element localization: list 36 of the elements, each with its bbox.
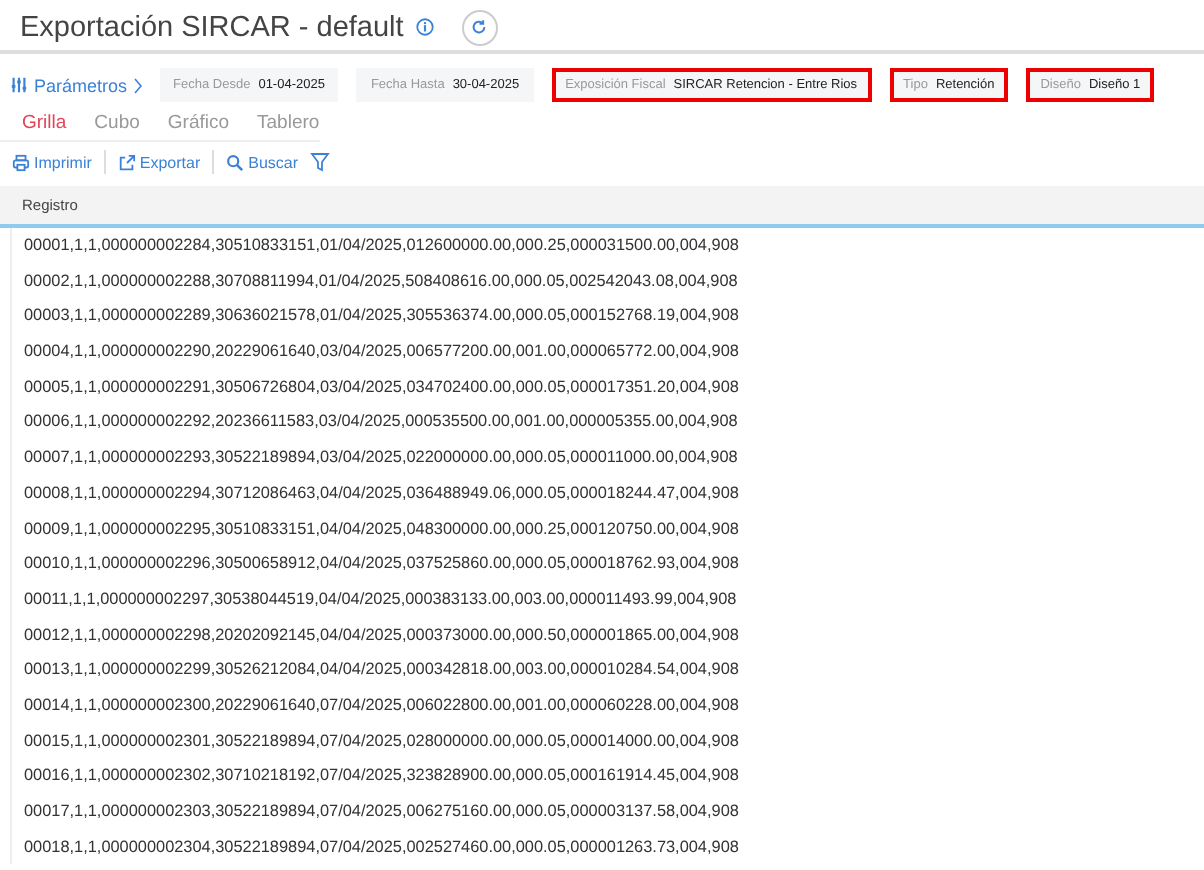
table-cell-text: 00017,1,1,000000002303,30522189894,07/04/2025,006275160.00,000.05,000003137.58,004,908 bbox=[22, 800, 741, 824]
table-cell-text: 00007,1,1,000000002293,30522189894,03/04/2025,022000000.00,000.05,000011000.00,004,908 bbox=[22, 446, 740, 471]
refresh-icon bbox=[470, 18, 489, 36]
search-icon bbox=[226, 153, 245, 171]
parameters-toggle[interactable]: Parámetros bbox=[10, 75, 142, 95]
view-tab[interactable]: Tablero bbox=[245, 108, 336, 140]
view-tab[interactable]: Cubo bbox=[82, 108, 156, 140]
table-cell-text: 00010,1,1,000000002296,30500658912,04/04/2025,037525860.00,000.05,000018762.93,004,908 bbox=[22, 552, 741, 577]
table-cell-text: 00006,1,1,000000002292,20236611583,03/04/2025,000535500.00,001.00,000005355.00,004,908 bbox=[22, 410, 740, 435]
export-button[interactable]: Exportar bbox=[117, 153, 201, 171]
table-cell-text: 00005,1,1,000000002291,30506726804,03/04/2025,034702400.00,000.05,000017351.20,004,908 bbox=[22, 375, 741, 400]
printer-icon bbox=[12, 153, 30, 171]
page-title: Exportación SIRCAR - default bbox=[20, 11, 404, 43]
table-cell-text: 00004,1,1,000000002290,20229061640,03/04/2025,006577200.00,001.00,000065772.00,004,908 bbox=[22, 340, 741, 365]
table-cell-text: 00009,1,1,000000002295,30510833151,04/04/2025,048300000.00,000.25,000120750.00,004,908 bbox=[22, 517, 741, 541]
table-cell-text: 00013,1,1,000000002299,30526212084,04/04/2025,000342818.00,003.00,000010284.54,004,908 bbox=[22, 658, 741, 683]
info-icon[interactable] bbox=[415, 18, 434, 36]
refresh-button[interactable] bbox=[461, 9, 498, 45]
external-link-icon bbox=[117, 153, 136, 171]
sliders-icon bbox=[10, 76, 28, 94]
table-cell-text: 00001,1,1,000000002284,30510833151,01/04/2025,012600000.00,000.25,000031500.00,004,908 bbox=[22, 234, 741, 258]
view-tab[interactable]: Gráfico bbox=[155, 108, 246, 140]
table-cell-text: 00002,1,1,000000002288,30708811994,01/04/2025,508408616.00,000.05,002542043.08,004,908 bbox=[22, 269, 740, 294]
table-cell-text: 00012,1,1,000000002298,20202092145,04/04/2025,000373000.00,000.50,000001865.00,004,908 bbox=[22, 623, 741, 648]
table-cell-text: 00003,1,1,000000002289,30636021578,01/04/2025,305536374.00,000.05,000152768.19,004,908 bbox=[22, 304, 741, 329]
print-button[interactable]: Imprimir bbox=[12, 153, 92, 171]
filter-icon[interactable] bbox=[310, 152, 331, 172]
table-cell-text: 00015,1,1,000000002301,30522189894,07/04/2025,028000000.00,000.05,000014000.00,004,908 bbox=[22, 729, 741, 754]
table-cell-text: 00018,1,1,000000002304,30522189894,07/04/2025,002527460.00,000.05,000001263.73,004,908 bbox=[22, 835, 741, 860]
table-cell-text: 00014,1,1,000000002300,20229061640,07/04/2025,006022800.00,001.00,000060228.00,004,908 bbox=[22, 693, 741, 718]
chevron-right-icon bbox=[133, 77, 142, 93]
table-cell-text: 00008,1,1,000000002294,30712086463,04/04/2025,036488949.06,000.05,000018244.47,004,908 bbox=[22, 481, 741, 506]
table-cell-text: 00016,1,1,000000002302,30710218192,07/04/2025,323828900.00,000.05,000161914.45,004,908 bbox=[22, 764, 741, 789]
view-tab[interactable]: Grilla bbox=[10, 108, 83, 140]
search-button[interactable]: Buscar bbox=[226, 153, 299, 171]
table-cell-text: 00011,1,1,000000002297,30538044519,04/04/2025,000383133.00,003.00,000011493.99,004,908 bbox=[22, 587, 739, 612]
